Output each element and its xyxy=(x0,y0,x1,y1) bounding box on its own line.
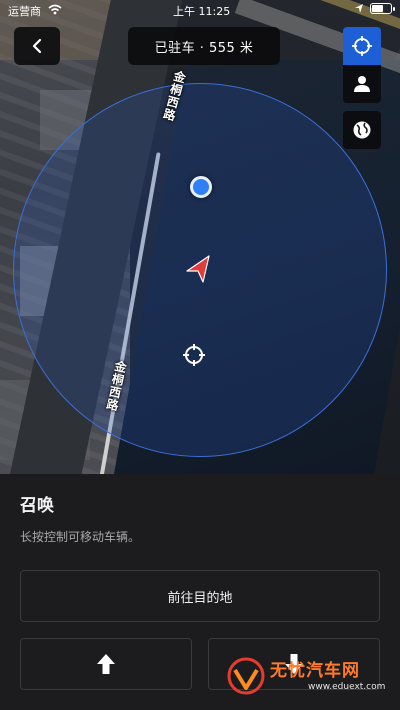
back-button[interactable] xyxy=(14,27,60,65)
crosshair-icon xyxy=(352,36,372,56)
move-forward-button[interactable] xyxy=(20,638,192,690)
map-type-button[interactable] xyxy=(343,111,381,149)
watermark-text: 无忧汽车网 xyxy=(270,661,360,681)
summon-target-mode-button[interactable] xyxy=(343,27,381,65)
watermark-url: www.eduext.com xyxy=(308,682,386,692)
location-services-icon xyxy=(355,4,363,13)
clock: 上午 11:25 xyxy=(173,5,231,18)
chevron-left-icon xyxy=(32,38,42,54)
panel-title: 召唤 xyxy=(20,496,54,516)
panel-description: 长按控制可移动车辆。 xyxy=(20,530,141,544)
watermark-logo-icon xyxy=(227,657,265,695)
follow-me-mode-button[interactable] xyxy=(343,65,381,103)
user-location-dot xyxy=(190,176,212,198)
map-control-stack xyxy=(343,27,381,149)
person-icon xyxy=(354,76,370,92)
go-to-destination-button[interactable]: 前往目的地 xyxy=(20,570,380,622)
wifi-icon xyxy=(48,4,62,15)
car-location-arrow-icon xyxy=(186,255,210,283)
summon-target-crosshair-icon[interactable] xyxy=(182,343,206,367)
status-bar: 运营商 上午 11:25 xyxy=(0,0,400,22)
arrow-up-icon xyxy=(97,654,115,674)
status-icons xyxy=(354,3,395,14)
globe-icon xyxy=(353,121,371,139)
site-watermark: 无忧汽车网 www.eduext.com xyxy=(226,652,392,704)
parking-status-title: 已驻车 · 555 米 xyxy=(128,27,280,65)
carrier-label: 运营商 xyxy=(8,5,41,18)
satellite-map[interactable]: 金桐西路 金桐西路 运营商 上午 11:25 已驻车 · 555 米 xyxy=(0,0,400,474)
battery-icon xyxy=(370,3,395,14)
